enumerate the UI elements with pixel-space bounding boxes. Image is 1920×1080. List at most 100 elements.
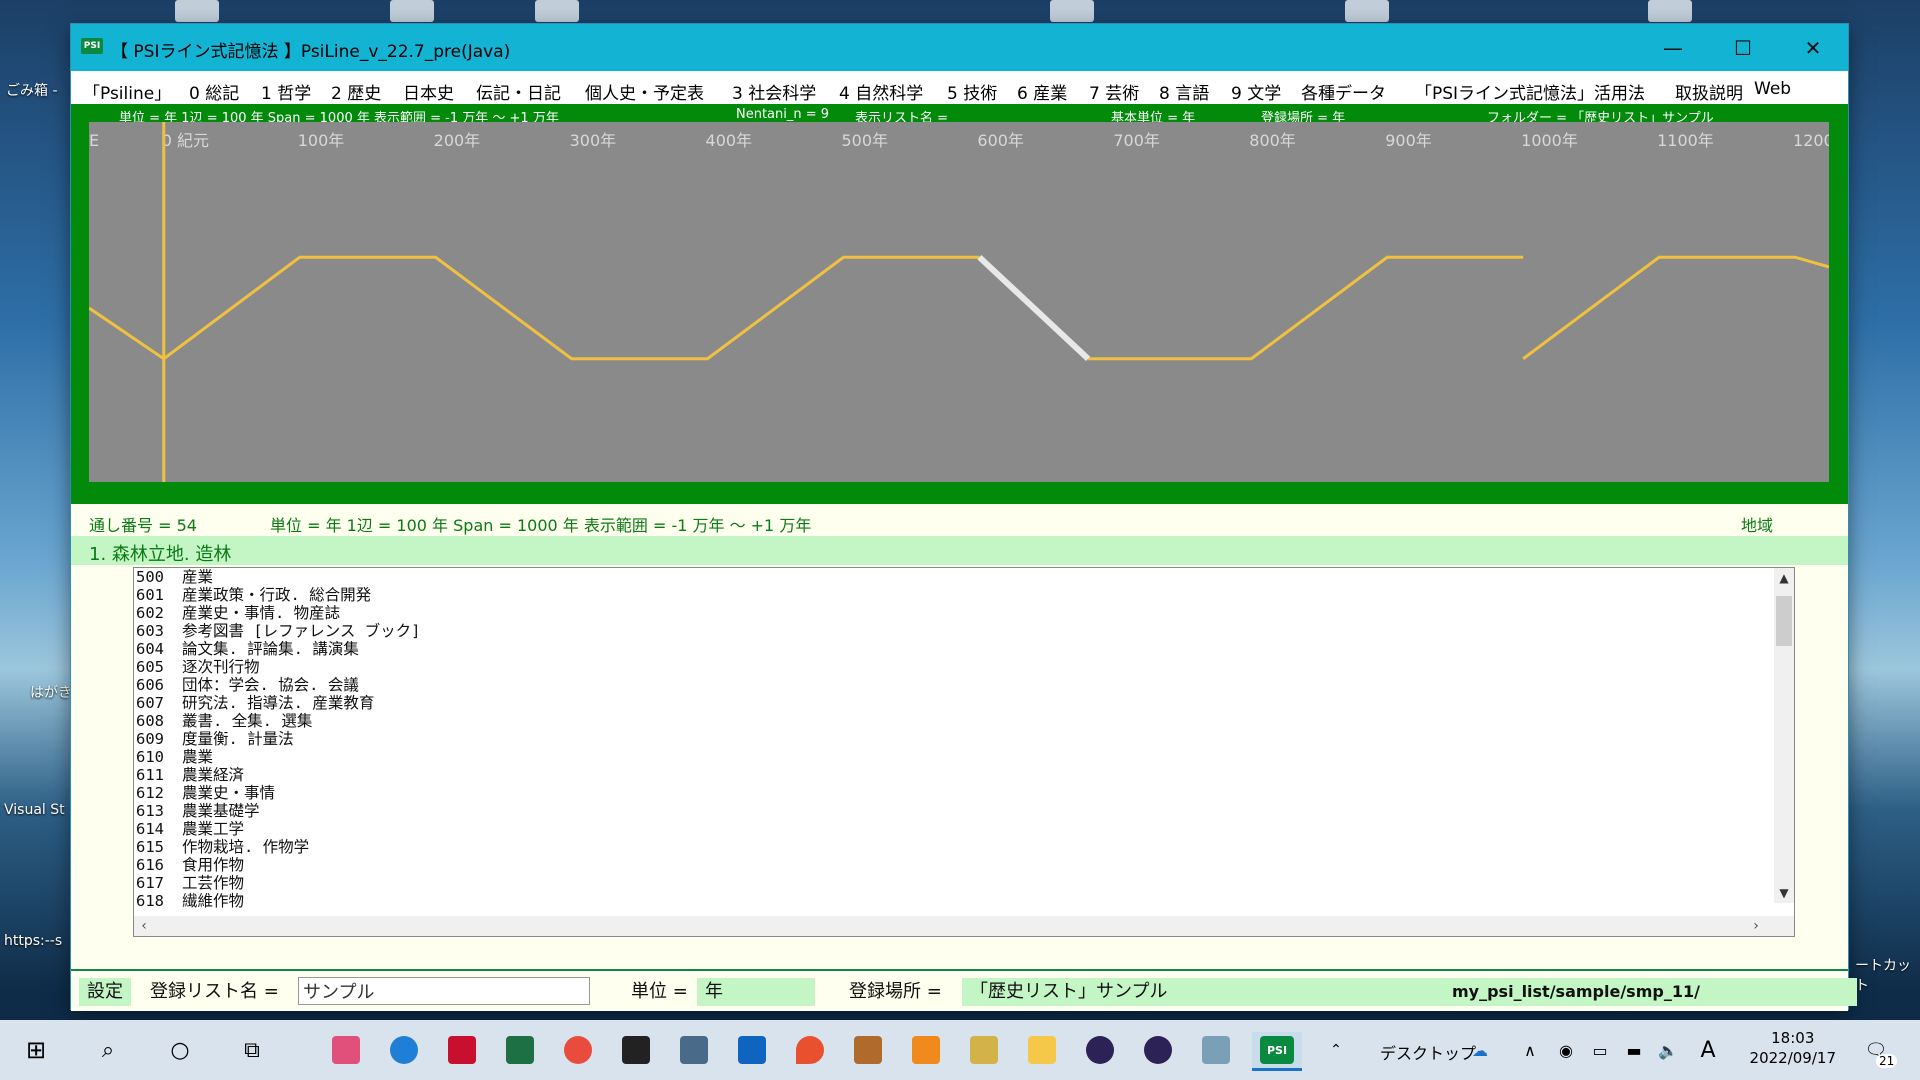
- scroll-thumb[interactable]: [1776, 596, 1792, 646]
- desktop-icon[interactable]: [1050, 0, 1094, 22]
- scroll-up-icon[interactable]: ▲: [1774, 568, 1794, 588]
- list-item[interactable]: 605 逐次刊行物: [134, 658, 1774, 676]
- horizontal-scrollbar[interactable]: ‹ ›: [134, 916, 1794, 936]
- psi-taskbar-icon[interactable]: PSI: [1252, 1032, 1302, 1071]
- menu-biography[interactable]: 伝記・日記: [476, 79, 561, 104]
- battery-icon[interactable]: ▬: [1616, 1032, 1652, 1068]
- list-item[interactable]: 500 産業: [134, 568, 1774, 586]
- desktop-icon[interactable]: [1648, 0, 1692, 22]
- list-item[interactable]: 615 作物栽培. 作物学: [134, 838, 1774, 856]
- recycle-bin-label[interactable]: ごみ箱 -: [6, 80, 58, 100]
- classification-list[interactable]: 500 産業 601 産業政策・行政. 総合開発 602 産業史・事情. 物産誌 603 参考…: [133, 567, 1795, 937]
- reg-list-input[interactable]: [298, 977, 590, 1005]
- eclipse-icon-2[interactable]: [1140, 1032, 1176, 1068]
- list-item[interactable]: 610 農業: [134, 748, 1774, 766]
- menu-manual[interactable]: 取扱説明: [1675, 79, 1743, 104]
- list-item[interactable]: 601 産業政策・行政. 総合開発: [134, 586, 1774, 604]
- cortana-icon[interactable]: ○: [162, 1032, 198, 1068]
- start-icon[interactable]: ⊞: [18, 1032, 54, 1068]
- list-item[interactable]: 608 叢書. 全集. 選集: [134, 712, 1774, 730]
- webcam-icon[interactable]: ◉: [1548, 1032, 1584, 1068]
- file-explorer-icon[interactable]: [1024, 1032, 1060, 1068]
- close-button[interactable]: ✕: [1778, 24, 1848, 71]
- menu-natural-science[interactable]: 4 自然科学: [839, 79, 923, 104]
- list-item[interactable]: 612 農業史・事情: [134, 784, 1774, 802]
- app-icon-dark[interactable]: [618, 1032, 654, 1068]
- excel-icon[interactable]: [502, 1032, 538, 1068]
- edge-icon[interactable]: [386, 1032, 422, 1068]
- list-item[interactable]: 609 度量衡. 計量法: [134, 730, 1774, 748]
- menu-usage[interactable]: 「PSIライン式記憶法」活用法: [1415, 79, 1645, 104]
- desktop-icon[interactable]: [1345, 0, 1389, 22]
- snipping-tool-icon[interactable]: [328, 1032, 364, 1068]
- list-item-text: 農業工学: [182, 820, 245, 838]
- maps-icon[interactable]: [792, 1032, 828, 1068]
- security-app-icon[interactable]: [676, 1032, 712, 1068]
- settings-button[interactable]: 設定: [79, 978, 131, 1006]
- list-item[interactable]: 604 論文集. 評論集. 講演集: [134, 640, 1774, 658]
- notes-icon[interactable]: [966, 1032, 1002, 1068]
- list-item[interactable]: 614 農業工学: [134, 820, 1774, 838]
- list-item[interactable]: 603 参考図書 [レファレンス ブック]: [134, 622, 1774, 640]
- app-icon-face[interactable]: [560, 1032, 596, 1068]
- menu-web[interactable]: Web: [1754, 79, 1791, 99]
- network-icon[interactable]: ▭: [1582, 1032, 1618, 1068]
- menu-data[interactable]: 各種データ: [1301, 79, 1386, 104]
- list-item[interactable]: 602 産業史・事情. 物産誌: [134, 604, 1774, 622]
- onedrive-icon[interactable]: ☁: [1462, 1032, 1498, 1068]
- selected-item-bar: 1. 森林立地. 造林: [71, 536, 1848, 565]
- minimize-button[interactable]: —: [1638, 24, 1708, 71]
- menu-arts[interactable]: 7 芸術: [1089, 79, 1139, 104]
- list-item[interactable]: 606 団体：学会. 協会. 会議: [134, 676, 1774, 694]
- scroll-left-icon[interactable]: ‹: [134, 916, 154, 936]
- media-player-icon[interactable]: [908, 1032, 944, 1068]
- title-bar[interactable]: PSI 【 PSIライン式記憶法 】PsiLine_v_22.7_pre(Jav…: [71, 24, 1848, 71]
- list-item[interactable]: 617 工芸作物: [134, 874, 1774, 892]
- list-item[interactable]: 616 食用作物: [134, 856, 1774, 874]
- desktop-icon[interactable]: [390, 0, 434, 22]
- shortcut-label[interactable]: ートカット: [1855, 955, 1920, 995]
- list-item[interactable]: 611 農業経済: [134, 766, 1774, 784]
- vertical-scrollbar[interactable]: ▲ ▼: [1774, 568, 1794, 903]
- menu-industry[interactable]: 6 産業: [1017, 79, 1067, 104]
- search-icon[interactable]: ⌕: [90, 1032, 126, 1068]
- timeline-plot[interactable]: E 0 紀元 100年 200年 300年 400年 500年 600年 700年 800年 900…: [89, 122, 1829, 482]
- maximize-button[interactable]: ☐: [1708, 24, 1778, 71]
- location-value[interactable]: 「歴史リスト」サンプル: [962, 978, 1360, 1006]
- ime-indicator[interactable]: A: [1690, 1032, 1726, 1068]
- volume-icon[interactable]: 🔈: [1650, 1032, 1686, 1068]
- show-hidden-icons-icon[interactable]: ∧: [1512, 1032, 1548, 1068]
- clock[interactable]: 18:03 2022/09/17: [1750, 1028, 1836, 1068]
- x-tick-label: 700年: [1113, 131, 1160, 150]
- visual-studio-label[interactable]: Visual St: [4, 802, 65, 818]
- region-label[interactable]: 地域: [1741, 512, 1773, 536]
- chevron-icon[interactable]: ⌃: [1318, 1032, 1354, 1068]
- outlook-icon[interactable]: [734, 1032, 770, 1068]
- eclipse-icon[interactable]: [1082, 1032, 1118, 1068]
- scroll-down-icon[interactable]: ▼: [1774, 883, 1794, 903]
- menu-general[interactable]: 0 総記: [189, 79, 239, 104]
- menu-personal-history[interactable]: 個人史・予定表: [585, 79, 704, 104]
- task-view-icon[interactable]: ⧉: [234, 1032, 270, 1068]
- menu-japanese-history[interactable]: 日本史: [403, 79, 454, 104]
- unit-value[interactable]: 年: [697, 978, 815, 1006]
- menu-philosophy[interactable]: 1 哲学: [261, 79, 311, 104]
- app-icon-gray[interactable]: [1198, 1032, 1234, 1068]
- menu-psiline[interactable]: 「Psiline」: [83, 79, 171, 104]
- postcard-label[interactable]: はがき: [30, 682, 72, 702]
- menu-language[interactable]: 8 言語: [1159, 79, 1209, 104]
- list-item[interactable]: 613 農業基礎学: [134, 802, 1774, 820]
- menu-history[interactable]: 2 歴史: [331, 79, 381, 104]
- x-tick-label: 1000年: [1521, 131, 1578, 150]
- list-item[interactable]: 607 研究法. 指導法. 産業教育: [134, 694, 1774, 712]
- menu-literature[interactable]: 9 文学: [1231, 79, 1281, 104]
- reader-icon[interactable]: [850, 1032, 886, 1068]
- desktop-icon[interactable]: [535, 0, 579, 22]
- mcafee-icon[interactable]: [444, 1032, 480, 1068]
- https-shortcut-label[interactable]: https:--s: [4, 933, 62, 949]
- scroll-right-icon[interactable]: ›: [1746, 916, 1766, 936]
- list-item[interactable]: 618 繊維作物: [134, 892, 1774, 910]
- desktop-icon[interactable]: [175, 0, 219, 22]
- menu-social-science[interactable]: 3 社会科学: [732, 79, 816, 104]
- menu-technology[interactable]: 5 技術: [947, 79, 997, 104]
